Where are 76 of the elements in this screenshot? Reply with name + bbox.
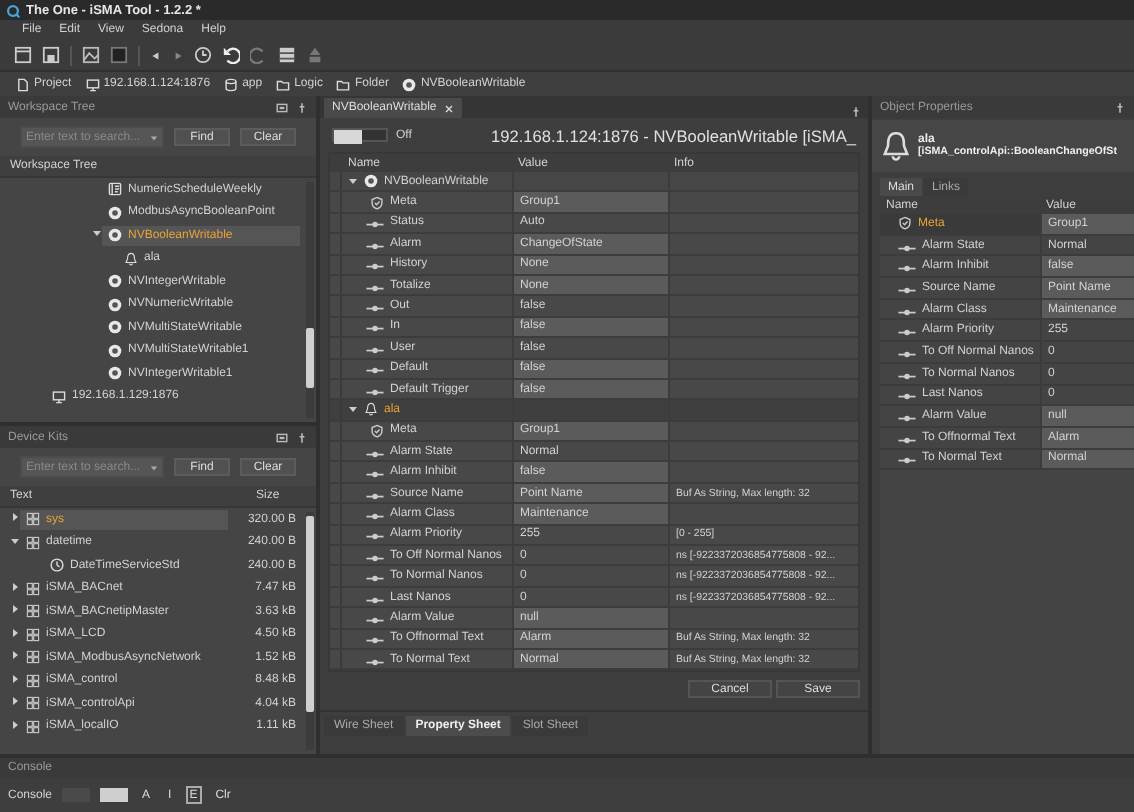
pin-icon xyxy=(296,101,308,113)
kit-icon xyxy=(26,581,40,596)
pin-icon xyxy=(296,431,308,443)
shield-icon xyxy=(370,195,384,210)
right-arrow-icon xyxy=(172,49,184,61)
slot-icon xyxy=(366,216,384,229)
app-logo-icon xyxy=(6,3,20,17)
kit-icon xyxy=(26,604,40,619)
save-icon xyxy=(42,46,60,64)
kit-icon xyxy=(26,627,40,642)
undo-icon xyxy=(222,46,240,64)
slot-icon xyxy=(366,570,384,583)
point-icon xyxy=(364,174,378,189)
point-icon xyxy=(108,343,122,358)
slot-icon xyxy=(366,362,384,375)
clock-icon xyxy=(194,46,212,64)
caret-icon[interactable] xyxy=(10,581,20,592)
slot-icon xyxy=(898,324,916,337)
point-icon xyxy=(108,366,122,381)
slot-icon xyxy=(366,320,384,333)
console-field[interactable] xyxy=(100,788,129,802)
document-icon xyxy=(16,77,30,91)
bell-icon xyxy=(364,402,378,417)
window-icon xyxy=(14,46,32,64)
slot-icon xyxy=(898,452,916,465)
caret-icon[interactable] xyxy=(10,604,20,615)
point-icon xyxy=(108,297,122,312)
slot-icon xyxy=(898,388,916,401)
slot-icon xyxy=(366,258,384,271)
shield-icon xyxy=(898,216,912,231)
caret-icon[interactable] xyxy=(10,627,20,638)
point-icon xyxy=(108,228,122,243)
database-icon xyxy=(224,77,239,91)
folder-icon xyxy=(336,77,351,91)
editor-heading: 192.168.1.124:1876 - NVBooleanWritable [iSMA_ xyxy=(489,125,856,145)
pin-icon xyxy=(850,106,862,118)
bell-icon xyxy=(880,130,912,162)
kit-icon xyxy=(26,535,40,550)
caret-icon[interactable] xyxy=(10,535,20,546)
eject-icon xyxy=(306,46,324,64)
scrollbar[interactable] xyxy=(306,512,314,750)
kit-icon xyxy=(26,696,40,711)
slot-icon xyxy=(366,466,384,479)
kit-icon xyxy=(26,673,40,688)
slot-icon xyxy=(898,410,916,423)
point-icon xyxy=(108,205,122,220)
shield-icon xyxy=(370,423,384,438)
caret-icon[interactable] xyxy=(10,673,20,684)
slot-icon xyxy=(366,632,384,645)
caret-icon[interactable] xyxy=(348,404,358,415)
kit-icon xyxy=(26,512,40,527)
device-icon xyxy=(85,77,100,91)
dropdown-caret-icon xyxy=(150,133,158,141)
slot-icon xyxy=(366,528,384,541)
kit-icon xyxy=(26,719,40,734)
kit-icon xyxy=(26,650,40,665)
redo-icon xyxy=(250,46,268,64)
folder-icon xyxy=(276,77,291,91)
slot-icon xyxy=(366,300,384,313)
close-icon xyxy=(444,103,455,113)
caret-icon[interactable] xyxy=(10,719,20,730)
dropdown-caret-icon xyxy=(150,463,158,471)
point-icon xyxy=(108,320,122,335)
caret-icon[interactable] xyxy=(10,696,20,707)
bell-icon xyxy=(124,251,138,266)
point-icon xyxy=(402,77,417,91)
toggle-switch[interactable] xyxy=(332,128,388,142)
slot-icon xyxy=(898,260,916,273)
caret-icon[interactable] xyxy=(10,650,20,661)
schedule-icon xyxy=(108,182,122,197)
device-icon xyxy=(52,389,66,404)
pin-icon xyxy=(1114,101,1126,113)
caret-icon[interactable] xyxy=(348,176,358,187)
left-arrow-icon xyxy=(150,49,162,61)
clock-icon xyxy=(50,558,64,573)
point-icon xyxy=(108,274,122,289)
